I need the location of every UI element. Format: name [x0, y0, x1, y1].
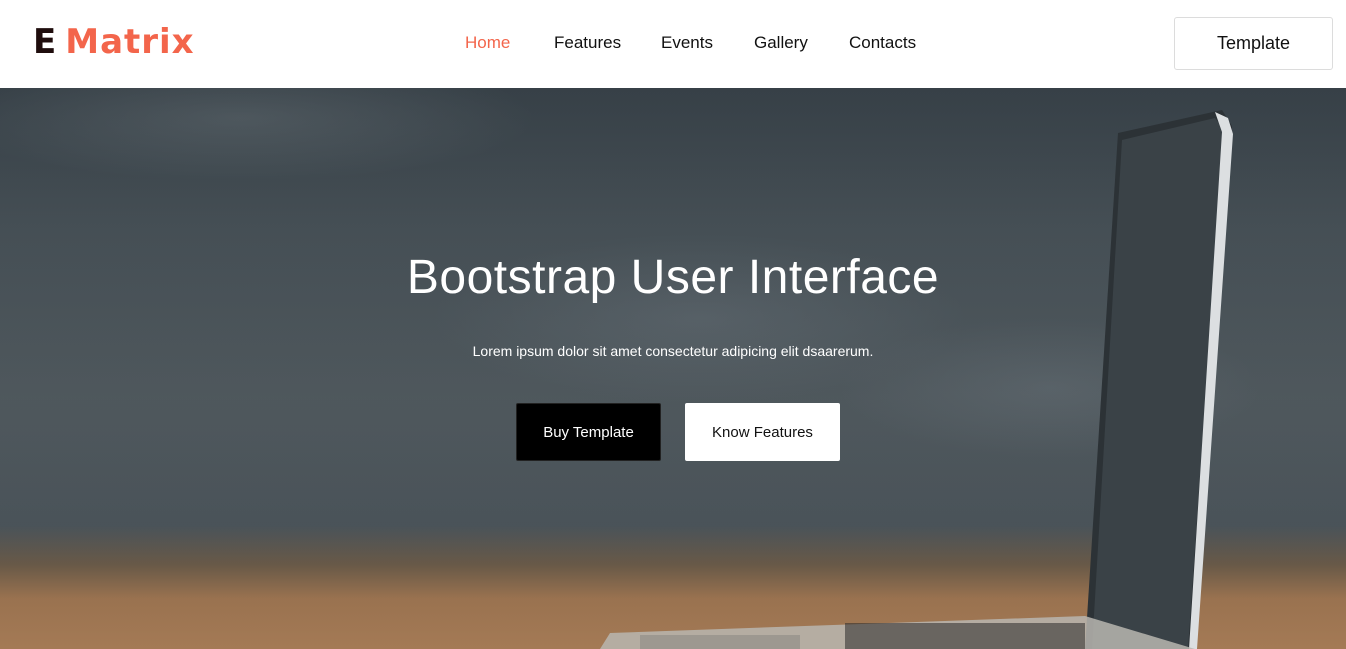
- buy-template-button[interactable]: Buy Template: [516, 403, 661, 461]
- nav-home[interactable]: Home: [465, 31, 510, 55]
- hero-section: Bootstrap User Interface Lorem ipsum dol…: [0, 88, 1346, 649]
- laptop-background-image: [600, 110, 1233, 649]
- brand-logo-part1: E: [33, 22, 58, 62]
- nav-contacts[interactable]: Contacts: [849, 31, 916, 55]
- hero-subtitle: Lorem ipsum dolor sit amet consectetur a…: [472, 343, 874, 359]
- brand-logo-part2: Matrix: [65, 22, 195, 62]
- nav-features[interactable]: Features: [554, 31, 621, 55]
- navbar: E Matrix Home Features Events Gallery Con…: [0, 0, 1346, 88]
- nav-events[interactable]: Events: [661, 31, 713, 55]
- brand-logo[interactable]: E Matrix: [33, 22, 195, 62]
- nav-gallery[interactable]: Gallery: [754, 31, 808, 55]
- hero-title: Bootstrap User Interface: [406, 251, 940, 304]
- know-features-button[interactable]: Know Features: [685, 403, 840, 461]
- template-button[interactable]: Template: [1174, 17, 1333, 70]
